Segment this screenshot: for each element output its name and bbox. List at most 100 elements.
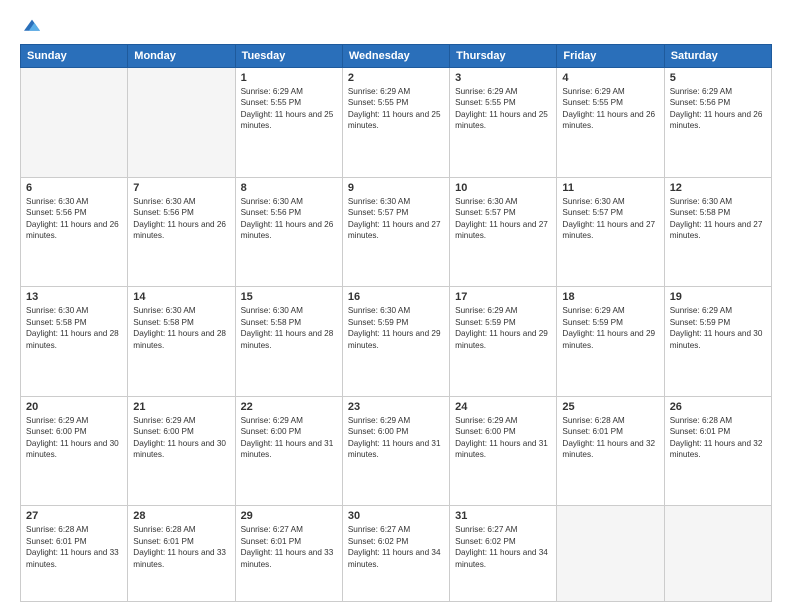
day-number: 6: [26, 182, 122, 194]
day-info: Sunrise: 6:28 AM Sunset: 6:01 PM Dayligh…: [133, 524, 229, 570]
calendar-cell: 25 Sunrise: 6:28 AM Sunset: 6:01 PM Dayli…: [557, 396, 664, 506]
day-info: Sunrise: 6:29 AM Sunset: 6:00 PM Dayligh…: [348, 415, 444, 461]
calendar-cell: 6 Sunrise: 6:30 AM Sunset: 5:56 PM Daylig…: [21, 177, 128, 287]
day-number: 17: [455, 291, 551, 303]
calendar-cell: 9Sunrise: 6:30 AM Sunset: 5:57 PM Daylig…: [342, 177, 449, 287]
day-info: Sunrise: 6:29 AM Sunset: 5:59 PM Dayligh…: [455, 305, 551, 351]
day-info: Sunrise: 6:28 AM Sunset: 6:01 PM Dayligh…: [26, 524, 122, 570]
weekday-header-tuesday: Tuesday: [235, 45, 342, 68]
calendar-cell: 12 Sunrise: 6:30 AM Sunset: 5:58 PM Dayli…: [664, 177, 771, 287]
week-row-1: 1 Sunrise: 6:29 AM Sunset: 5:55 PM Daylig…: [21, 68, 772, 178]
header: [20, 18, 772, 34]
day-number: 12: [670, 182, 766, 194]
calendar-cell: [128, 68, 235, 178]
day-number: 23: [348, 401, 444, 413]
day-info: Sunrise: 6:29 AM Sunset: 5:59 PM Dayligh…: [562, 305, 658, 351]
day-number: 19: [670, 291, 766, 303]
week-row-3: 13Sunrise: 6:30 AM Sunset: 5:58 PM Dayli…: [21, 287, 772, 397]
calendar-cell: 1 Sunrise: 6:29 AM Sunset: 5:55 PM Daylig…: [235, 68, 342, 178]
calendar-cell: 28 Sunrise: 6:28 AM Sunset: 6:01 PM Dayli…: [128, 506, 235, 602]
calendar-cell: 19 Sunrise: 6:29 AM Sunset: 5:59 PM Dayli…: [664, 287, 771, 397]
calendar-table: SundayMondayTuesdayWednesdayThursdayFrid…: [20, 44, 772, 602]
day-number: 15: [241, 291, 337, 303]
week-row-2: 6 Sunrise: 6:30 AM Sunset: 5:56 PM Daylig…: [21, 177, 772, 287]
day-info: Sunrise: 6:27 AM Sunset: 6:02 PM Dayligh…: [348, 524, 444, 570]
calendar-cell: 11 Sunrise: 6:30 AM Sunset: 5:57 PM Dayli…: [557, 177, 664, 287]
calendar-cell: 2Sunrise: 6:29 AM Sunset: 5:55 PM Daylig…: [342, 68, 449, 178]
calendar-cell: [664, 506, 771, 602]
day-info: Sunrise: 6:29 AM Sunset: 5:55 PM Dayligh…: [562, 86, 658, 132]
logo-icon: [24, 18, 40, 34]
calendar-cell: 21Sunrise: 6:29 AM Sunset: 6:00 PM Dayli…: [128, 396, 235, 506]
day-info: Sunrise: 6:27 AM Sunset: 6:02 PM Dayligh…: [455, 524, 551, 570]
calendar-cell: 5Sunrise: 6:29 AM Sunset: 5:56 PM Daylig…: [664, 68, 771, 178]
day-number: 8: [241, 182, 337, 194]
weekday-header-saturday: Saturday: [664, 45, 771, 68]
day-number: 4: [562, 72, 658, 84]
day-info: Sunrise: 6:30 AM Sunset: 5:57 PM Dayligh…: [562, 196, 658, 242]
day-number: 31: [455, 510, 551, 522]
weekday-header-row: SundayMondayTuesdayWednesdayThursdayFrid…: [21, 45, 772, 68]
day-info: Sunrise: 6:30 AM Sunset: 5:58 PM Dayligh…: [133, 305, 229, 351]
calendar-cell: [557, 506, 664, 602]
calendar-cell: 24 Sunrise: 6:29 AM Sunset: 6:00 PM Dayli…: [450, 396, 557, 506]
day-number: 11: [562, 182, 658, 194]
day-info: Sunrise: 6:27 AM Sunset: 6:01 PM Dayligh…: [241, 524, 337, 570]
weekday-header-wednesday: Wednesday: [342, 45, 449, 68]
day-info: Sunrise: 6:30 AM Sunset: 5:56 PM Dayligh…: [26, 196, 122, 242]
calendar-cell: 16Sunrise: 6:30 AM Sunset: 5:59 PM Dayli…: [342, 287, 449, 397]
day-info: Sunrise: 6:30 AM Sunset: 5:56 PM Dayligh…: [133, 196, 229, 242]
day-number: 1: [241, 72, 337, 84]
calendar-cell: 29 Sunrise: 6:27 AM Sunset: 6:01 PM Dayli…: [235, 506, 342, 602]
day-number: 2: [348, 72, 444, 84]
day-number: 3: [455, 72, 551, 84]
calendar-cell: 30Sunrise: 6:27 AM Sunset: 6:02 PM Dayli…: [342, 506, 449, 602]
day-number: 27: [26, 510, 122, 522]
calendar-cell: 15 Sunrise: 6:30 AM Sunset: 5:58 PM Dayli…: [235, 287, 342, 397]
day-info: Sunrise: 6:29 AM Sunset: 6:00 PM Dayligh…: [26, 415, 122, 461]
calendar-cell: 22 Sunrise: 6:29 AM Sunset: 6:00 PM Dayli…: [235, 396, 342, 506]
logo: [20, 18, 40, 34]
calendar-cell: 13Sunrise: 6:30 AM Sunset: 5:58 PM Dayli…: [21, 287, 128, 397]
day-info: Sunrise: 6:30 AM Sunset: 5:58 PM Dayligh…: [26, 305, 122, 351]
day-number: 29: [241, 510, 337, 522]
day-info: Sunrise: 6:29 AM Sunset: 5:59 PM Dayligh…: [670, 305, 766, 351]
page: SundayMondayTuesdayWednesdayThursdayFrid…: [0, 0, 792, 612]
calendar-cell: 10Sunrise: 6:30 AM Sunset: 5:57 PM Dayli…: [450, 177, 557, 287]
day-number: 20: [26, 401, 122, 413]
day-number: 24: [455, 401, 551, 413]
day-info: Sunrise: 6:29 AM Sunset: 5:56 PM Dayligh…: [670, 86, 766, 132]
calendar-cell: 4 Sunrise: 6:29 AM Sunset: 5:55 PM Daylig…: [557, 68, 664, 178]
weekday-header-friday: Friday: [557, 45, 664, 68]
day-info: Sunrise: 6:29 AM Sunset: 6:00 PM Dayligh…: [455, 415, 551, 461]
day-info: Sunrise: 6:28 AM Sunset: 6:01 PM Dayligh…: [562, 415, 658, 461]
day-number: 16: [348, 291, 444, 303]
day-info: Sunrise: 6:30 AM Sunset: 5:57 PM Dayligh…: [455, 196, 551, 242]
calendar-cell: 18 Sunrise: 6:29 AM Sunset: 5:59 PM Dayli…: [557, 287, 664, 397]
calendar-cell: 8 Sunrise: 6:30 AM Sunset: 5:56 PM Daylig…: [235, 177, 342, 287]
calendar-cell: 26Sunrise: 6:28 AM Sunset: 6:01 PM Dayli…: [664, 396, 771, 506]
day-number: 26: [670, 401, 766, 413]
day-number: 21: [133, 401, 229, 413]
day-info: Sunrise: 6:30 AM Sunset: 5:58 PM Dayligh…: [241, 305, 337, 351]
day-number: 25: [562, 401, 658, 413]
day-info: Sunrise: 6:30 AM Sunset: 5:57 PM Dayligh…: [348, 196, 444, 242]
day-number: 7: [133, 182, 229, 194]
weekday-header-sunday: Sunday: [21, 45, 128, 68]
day-info: Sunrise: 6:29 AM Sunset: 6:00 PM Dayligh…: [241, 415, 337, 461]
day-number: 22: [241, 401, 337, 413]
week-row-5: 27 Sunrise: 6:28 AM Sunset: 6:01 PM Dayli…: [21, 506, 772, 602]
calendar-cell: 14 Sunrise: 6:30 AM Sunset: 5:58 PM Dayli…: [128, 287, 235, 397]
calendar-cell: 31 Sunrise: 6:27 AM Sunset: 6:02 PM Dayli…: [450, 506, 557, 602]
day-number: 18: [562, 291, 658, 303]
day-info: Sunrise: 6:30 AM Sunset: 5:56 PM Dayligh…: [241, 196, 337, 242]
day-info: Sunrise: 6:29 AM Sunset: 5:55 PM Dayligh…: [241, 86, 337, 132]
day-number: 28: [133, 510, 229, 522]
calendar-cell: 27 Sunrise: 6:28 AM Sunset: 6:01 PM Dayli…: [21, 506, 128, 602]
calendar-cell: [21, 68, 128, 178]
day-info: Sunrise: 6:30 AM Sunset: 5:58 PM Dayligh…: [670, 196, 766, 242]
day-number: 14: [133, 291, 229, 303]
weekday-header-thursday: Thursday: [450, 45, 557, 68]
calendar-cell: 17 Sunrise: 6:29 AM Sunset: 5:59 PM Dayli…: [450, 287, 557, 397]
weekday-header-monday: Monday: [128, 45, 235, 68]
